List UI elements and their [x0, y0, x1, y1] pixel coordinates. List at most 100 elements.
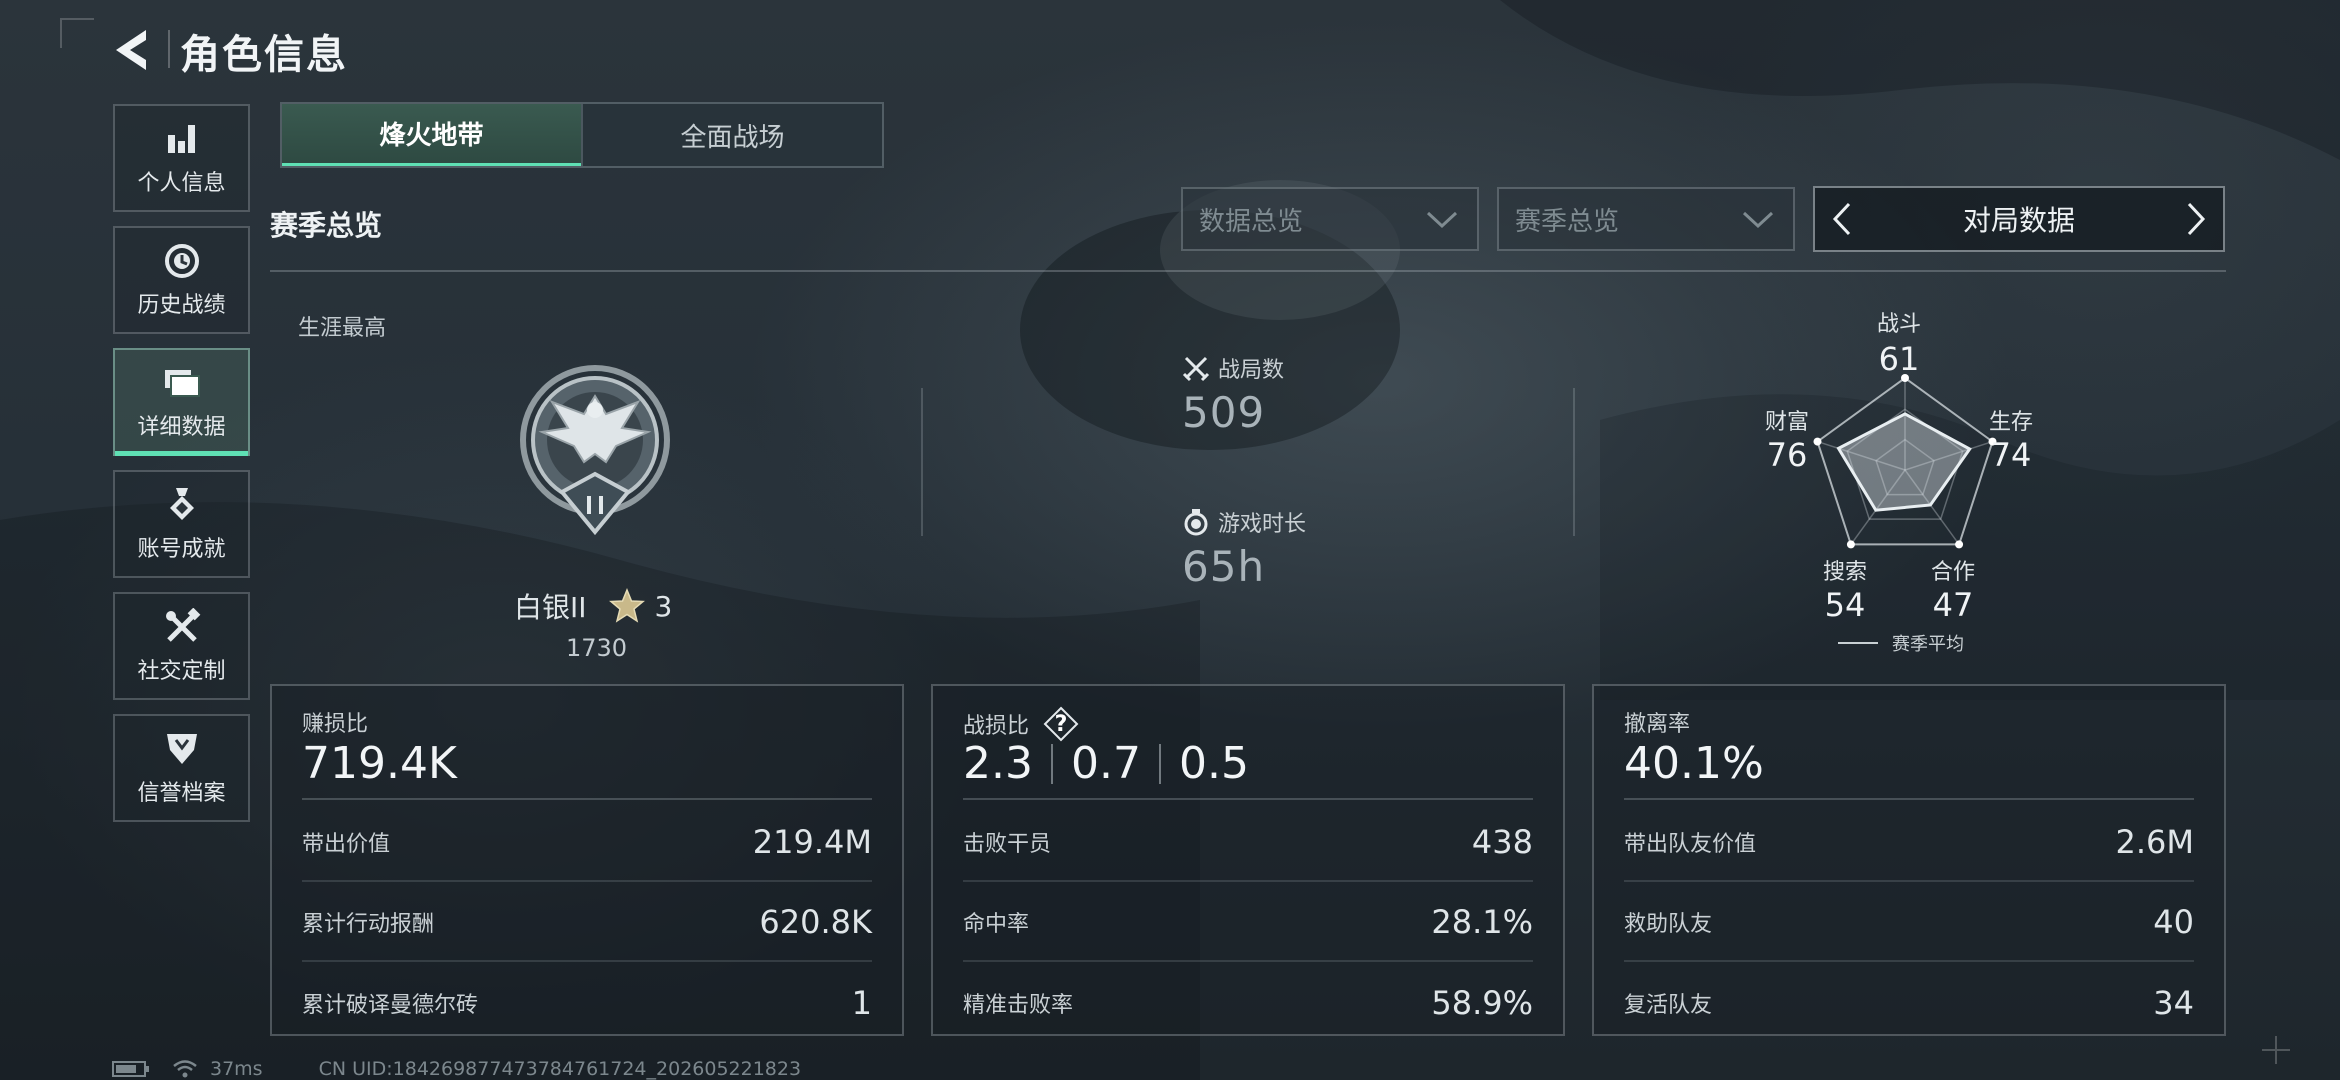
sidebar-item-detailed-data[interactable]: 详细数据	[113, 348, 250, 456]
sidebar-item-personal-info[interactable]: 个人信息	[113, 104, 250, 212]
row-value: 58.9%	[1431, 984, 1533, 1022]
chevron-down-icon	[1426, 211, 1458, 229]
sidebar-item-label: 社交定制	[137, 659, 226, 684]
row-value: 219.4M	[752, 823, 872, 861]
battery-icon	[112, 1061, 149, 1077]
sidebar-item-label: 信誉档案	[137, 781, 226, 806]
row-label: 复活队友	[1624, 993, 1713, 1018]
radar-axis-label: 合作	[1930, 560, 1975, 585]
radar-axis-value: 54	[1824, 586, 1866, 624]
card-row: 命中率 28.1%	[963, 884, 1533, 962]
stopwatch-icon	[1184, 509, 1208, 536]
medal-icon	[162, 485, 202, 525]
matches-value: 509	[1182, 388, 1266, 437]
radar-axis-label: 生存	[1988, 410, 2033, 435]
season-scope-dropdown[interactable]: 赛季总览	[1497, 187, 1795, 251]
sidebar-item-social[interactable]: 社交定制	[113, 592, 250, 700]
radar-value-area	[1836, 412, 1972, 512]
radar-axis-value: 61	[1878, 340, 1920, 378]
chevron-down-icon	[1742, 211, 1774, 229]
kd-value: 0.7	[1070, 738, 1141, 789]
card-title: 赚损比	[302, 712, 369, 737]
playtime-value: 65h	[1182, 542, 1266, 591]
ping-value: 37ms	[210, 1058, 263, 1080]
mode-tabs: 烽火地带 全面战场	[280, 102, 884, 168]
previous-button[interactable]	[1817, 188, 1867, 250]
overview-separator	[921, 388, 923, 536]
playtime-label: 游戏时长	[1218, 512, 1307, 537]
wifi-icon	[173, 1060, 197, 1078]
data-type-switcher: 对局数据	[1813, 186, 2225, 252]
card-main-value: 719.4K	[302, 738, 457, 789]
radar-axis-value: 74	[1990, 436, 2032, 474]
row-value: 28.1%	[1431, 903, 1533, 941]
data-scope-dropdown[interactable]: 数据总览	[1181, 187, 1479, 251]
row-label: 带出队友价值	[1624, 832, 1757, 857]
dropdown-value: 赛季总览	[1515, 206, 1620, 237]
playtime-stat: 游戏时长 65h	[1182, 506, 1306, 591]
row-label: 累计破译曼德尔砖	[302, 993, 479, 1018]
page-title: 角色信息	[180, 32, 348, 78]
tab-warzone[interactable]: 烽火地带	[282, 104, 581, 166]
card-main-values: 2.3 0.7 0.5	[963, 738, 1249, 789]
card-title: 撤离率	[1624, 712, 1691, 737]
tools-icon	[162, 607, 202, 647]
shield-icon	[162, 729, 202, 769]
radar-axis-label: 搜索	[1822, 560, 1867, 585]
radar-axis-value: 47	[1932, 586, 1974, 624]
row-value: 34	[2153, 984, 2194, 1022]
corner-plus-mark	[2262, 1036, 2290, 1064]
card-row: 带出队友价值 2.6M	[1624, 804, 2194, 882]
status-footer: 37ms CN UID:1842698774737847617​24_20260…	[112, 1058, 801, 1080]
folder-icon	[162, 363, 202, 403]
row-value: 2.6M	[2115, 823, 2195, 861]
clock-icon	[162, 241, 202, 281]
uid-text: CN UID:1842698774737847617​24_2026052218…	[318, 1058, 802, 1080]
next-button[interactable]	[2171, 188, 2221, 250]
card-divider	[302, 798, 872, 800]
row-value: 438	[1471, 823, 1533, 861]
sidebar-item-achievements[interactable]: 账号成就	[113, 470, 250, 578]
value-separator	[1158, 743, 1161, 784]
card-row: 复活队友 34	[1624, 964, 2194, 1042]
help-mark: ?	[1054, 711, 1068, 737]
sidebar-item-reputation[interactable]: 信誉档案	[113, 714, 250, 822]
kd-value: 0.5	[1178, 738, 1249, 789]
help-button[interactable]: ?	[1043, 706, 1079, 742]
row-label: 精准击败率	[963, 993, 1074, 1018]
tab-battlefield[interactable]: 全面战场	[581, 104, 882, 166]
card-row: 击败干员 438	[963, 804, 1533, 882]
header-separator	[168, 30, 170, 68]
card-row: 精准击败率 58.9%	[963, 964, 1533, 1042]
radar-vertex-dot	[1955, 540, 1964, 549]
section-divider	[270, 270, 2226, 272]
chevron-left-icon	[1832, 202, 1851, 236]
legend-label: 赛季平均	[1892, 634, 1964, 655]
matches-stat: 战局数 509	[1182, 352, 1284, 437]
sidebar-item-label: 详细数据	[137, 415, 226, 440]
section-title: 赛季总览	[270, 209, 383, 242]
row-label: 带出价值	[302, 832, 391, 857]
career-best-label: 生涯最高	[298, 316, 387, 341]
card-row: 累计破译曼德尔砖 1	[302, 964, 872, 1042]
sidebar-item-history[interactable]: 历史战绩	[113, 226, 250, 334]
card-row: 带出价值 219.4M	[302, 804, 872, 882]
overview-separator	[1573, 388, 1575, 536]
row-value: 1	[851, 984, 872, 1022]
rank-score: 1730	[566, 634, 628, 662]
extraction-card: 撤离率 40.1% 带出队友价值 2.6M 救助队友 40 复活队友 34	[1592, 684, 2226, 1036]
card-row: 累计行动报酬 620.8K	[302, 884, 872, 962]
back-button[interactable]	[108, 24, 158, 76]
radar-axis-label: 战斗	[1876, 312, 1921, 337]
corner-bracket	[60, 18, 94, 48]
radar-legend: 赛季平均	[1838, 630, 1964, 656]
radar-vertex-dot	[1846, 540, 1855, 549]
row-value: 40	[2153, 903, 2194, 941]
crossed-swords-icon	[1182, 356, 1210, 382]
rank-stars: 3	[654, 589, 673, 623]
radar-axis-label: 财富	[1764, 410, 1809, 435]
sidebar-item-label: 个人信息	[137, 171, 226, 196]
value-separator	[1050, 743, 1053, 784]
row-label: 命中率	[963, 912, 1030, 937]
side-nav: 个人信息 历史战绩 详细数据 账号成就 社交定制 信誉档案	[113, 104, 250, 836]
